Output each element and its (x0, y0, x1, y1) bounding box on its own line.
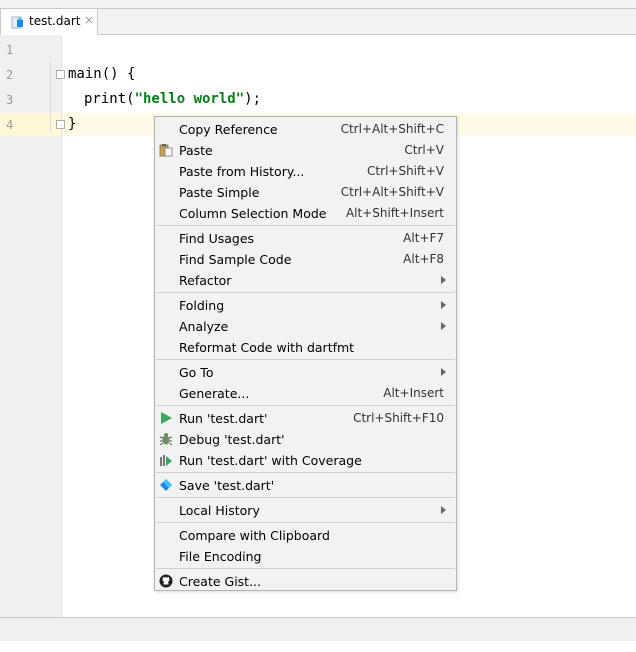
menu-item-save[interactable]: Save 'test.dart' (155, 475, 456, 496)
menu-item-label: Find Usages (179, 231, 255, 246)
menu-item-column-selection-mode[interactable]: Column Selection Mode Alt+Shift+Insert (155, 203, 456, 224)
debug-bug-icon (159, 433, 173, 446)
run-icon (161, 412, 172, 424)
menu-separator (156, 359, 455, 360)
menu-item-label: Refactor (179, 273, 232, 288)
menu-item-label: Run 'test.dart' (179, 411, 268, 426)
menu-item-generate[interactable]: Generate... Alt+Insert (155, 383, 456, 404)
tab-bar-border (98, 8, 636, 35)
dart-save-icon (160, 479, 172, 491)
paste-icon (159, 144, 173, 157)
menu-item-label: Analyze (179, 319, 229, 334)
fold-collapse-icon[interactable] (56, 70, 65, 79)
string-literal: "hello world" (134, 91, 245, 107)
menu-item-label: File Encoding (179, 549, 262, 564)
menu-separator (156, 522, 455, 523)
menu-item-copy-reference[interactable]: Copy Reference Ctrl+Alt+Shift+C (155, 119, 456, 140)
github-icon (159, 574, 173, 588)
menu-separator (156, 472, 455, 473)
submenu-arrow-icon (441, 322, 446, 330)
menu-item-label: Save 'test.dart' (179, 478, 275, 493)
menu-item-shortcut: Alt+F7 (403, 231, 444, 245)
menu-item-label: Generate... (179, 386, 250, 401)
line-number: 2 (6, 68, 14, 82)
menu-item-debug[interactable]: Debug 'test.dart' (155, 429, 456, 450)
code-token: print( (84, 91, 135, 107)
menu-item-reformat-code[interactable]: Reformat Code with dartfmt (155, 337, 456, 358)
menu-item-run-with-coverage[interactable]: Run 'test.dart' with Coverage (155, 450, 456, 471)
line-number: 4 (6, 118, 14, 132)
menu-item-label: Debug 'test.dart' (179, 432, 285, 447)
indent-guide (50, 62, 51, 132)
tab-label: test.dart (29, 14, 81, 28)
menu-item-label: Go To (179, 365, 214, 380)
menu-item-analyze[interactable]: Analyze (155, 316, 456, 337)
editor-context-menu: Copy Reference Ctrl+Alt+Shift+C Paste Ct… (154, 116, 457, 591)
menu-item-run[interactable]: Run 'test.dart' Ctrl+Shift+F10 (155, 408, 456, 429)
menu-item-label: Copy Reference (179, 122, 278, 137)
menu-item-label: Paste Simple (179, 185, 260, 200)
menu-separator (156, 568, 455, 569)
dart-file-icon (11, 16, 23, 29)
menu-item-find-sample-code[interactable]: Find Sample Code Alt+F8 (155, 249, 456, 270)
menu-item-label: Folding (179, 298, 225, 313)
menu-item-label: Column Selection Mode (179, 206, 327, 221)
menu-item-label: Paste from History... (179, 164, 305, 179)
menu-item-go-to[interactable]: Go To (155, 362, 456, 383)
submenu-arrow-icon (441, 276, 446, 284)
code-line-2[interactable]: main() { (68, 66, 135, 82)
menu-item-shortcut: Ctrl+Shift+F10 (353, 411, 444, 425)
menu-separator (156, 292, 455, 293)
menu-item-create-gist[interactable]: Create Gist... (155, 571, 456, 592)
menu-item-paste-from-history[interactable]: Paste from History... Ctrl+Shift+V (155, 161, 456, 182)
menu-item-shortcut: Ctrl+V (404, 143, 444, 157)
menu-item-shortcut: Alt+F8 (403, 252, 444, 266)
menu-item-shortcut: Ctrl+Alt+Shift+V (340, 185, 444, 199)
menu-item-paste-simple[interactable]: Paste Simple Ctrl+Alt+Shift+V (155, 182, 456, 203)
line-number: 3 (6, 93, 14, 107)
menu-item-file-encoding[interactable]: File Encoding (155, 546, 456, 567)
menu-separator (156, 497, 455, 498)
status-bar (0, 617, 636, 641)
menu-item-label: Reformat Code with dartfmt (179, 340, 355, 355)
menu-item-label: Run 'test.dart' with Coverage (179, 453, 362, 468)
menu-item-local-history[interactable]: Local History (155, 500, 456, 521)
line-number: 1 (6, 43, 14, 57)
tab-close-icon[interactable]: × (84, 13, 94, 27)
menu-item-label: Create Gist... (179, 574, 262, 589)
submenu-arrow-icon (441, 506, 446, 514)
menu-item-refactor[interactable]: Refactor (155, 270, 456, 291)
menu-item-label: Local History (179, 503, 260, 518)
menu-item-label: Compare with Clipboard (179, 528, 330, 543)
menu-item-shortcut: Ctrl+Alt+Shift+C (340, 122, 444, 136)
menu-item-folding[interactable]: Folding (155, 295, 456, 316)
menu-separator (156, 225, 455, 226)
menu-item-shortcut: Alt+Insert (383, 386, 444, 400)
code-token: ); (244, 91, 262, 107)
menu-item-compare-with-clipboard[interactable]: Compare with Clipboard (155, 525, 456, 546)
code-line-3[interactable]: print("hello world"); (84, 91, 261, 107)
editor-tab-bar: test.dart × (0, 0, 636, 35)
menu-separator (156, 405, 455, 406)
tab-test-dart[interactable]: test.dart × (0, 8, 98, 35)
submenu-arrow-icon (441, 301, 446, 309)
submenu-arrow-icon (441, 368, 446, 376)
menu-item-shortcut: Ctrl+Shift+V (367, 164, 444, 178)
menu-item-label: Paste (179, 143, 213, 158)
fold-end-icon[interactable] (56, 120, 65, 129)
coverage-icon (160, 455, 172, 466)
menu-item-find-usages[interactable]: Find Usages Alt+F7 (155, 228, 456, 249)
code-line-4[interactable]: } (68, 116, 76, 132)
menu-item-label: Find Sample Code (179, 252, 292, 267)
menu-item-paste[interactable]: Paste Ctrl+V (155, 140, 456, 161)
menu-item-shortcut: Alt+Shift+Insert (345, 206, 444, 220)
